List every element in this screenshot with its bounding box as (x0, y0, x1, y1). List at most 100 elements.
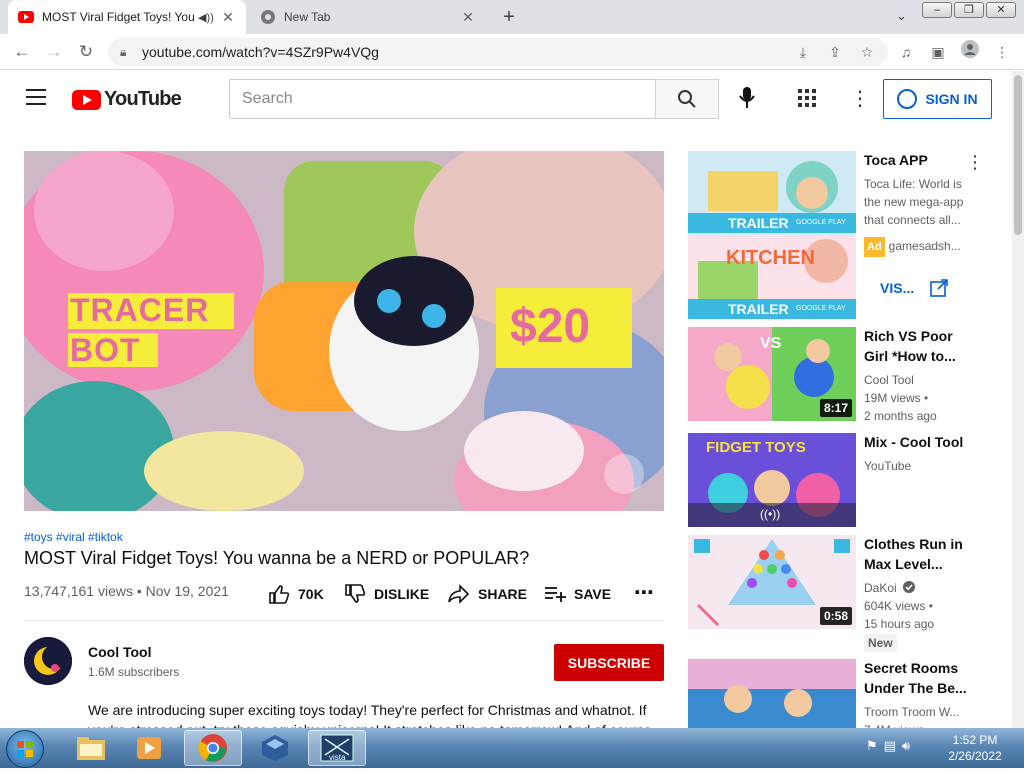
page-scrollbar[interactable] (1012, 71, 1024, 728)
ad-visit-button[interactable]: VIS... (864, 270, 964, 306)
ad-title[interactable]: Toca APP (864, 150, 974, 170)
video-title: MOST Viral Fidget Toys! You wanna be a N… (24, 548, 530, 568)
mix-title[interactable]: Mix - Cool Tool (864, 432, 976, 452)
more-actions-icon[interactable]: ⋯ (634, 580, 654, 605)
taskbar-clock[interactable]: 1:52 PM 2/26/2022 (940, 732, 1010, 764)
vista-taskbar-button[interactable]: vista (308, 730, 366, 766)
reload-icon[interactable]: ↻ (74, 40, 98, 64)
account-circle-icon (897, 89, 918, 109)
duration-badge: 8:17 (819, 399, 852, 417)
tab-search-chevron-icon[interactable]: ⌄ (896, 8, 907, 24)
action-center-flag-icon[interactable]: ⚑ (866, 738, 878, 754)
scrollbar-thumb[interactable] (1014, 75, 1022, 235)
dislike-label: DISLIKE (374, 586, 430, 602)
search-icon (678, 90, 696, 108)
ad-thumbnail[interactable]: TRAILER GOOGLE PLAY KITCHEN TRAILER GOOG… (688, 151, 856, 319)
overlay-text-tracer: TRACER (70, 292, 210, 328)
video-views-date: 13,747,161 views • Nov 19, 2021 (24, 583, 229, 599)
side-panel-icon[interactable]: ▣ (926, 40, 950, 64)
tab-close-icon[interactable]: ✕ (460, 9, 476, 26)
microphone-icon[interactable] (735, 87, 759, 111)
start-button[interactable] (6, 730, 44, 768)
system-tray: ⚑ ▤ 🔊︎ (866, 738, 910, 754)
minimize-button[interactable]: – (922, 2, 952, 18)
bookmark-star-icon[interactable]: ☆ (856, 41, 878, 63)
youtube-wordmark: YouTube (104, 88, 182, 110)
tab-close-icon[interactable]: ✕ (220, 9, 236, 26)
channel-subscribers: 1.6M subscribers (88, 665, 180, 679)
subscribe-button[interactable]: SUBSCRIBE (554, 644, 664, 681)
like-button[interactable]: 70K (268, 584, 324, 604)
video-title[interactable]: Clothes Run in Max Level... (864, 534, 964, 574)
verified-check-icon (903, 581, 916, 593)
close-window-button[interactable]: ✕ (986, 2, 1016, 18)
new-tab-button[interactable]: + (498, 6, 520, 28)
video-player[interactable]: TRACER BOT $20 (24, 151, 664, 511)
external-link-icon (930, 279, 948, 297)
volume-icon[interactable]: 🔊︎ (902, 738, 910, 754)
hamburger-menu-icon[interactable] (26, 89, 46, 105)
video-thumbnail[interactable]: VS 8:17 (688, 327, 856, 421)
channel-avatar[interactable] (24, 637, 72, 685)
folder-icon (77, 737, 105, 760)
back-arrow-icon[interactable]: ← (10, 40, 34, 64)
ad-menu-icon[interactable]: ⋮ (966, 152, 984, 173)
apps-grid-icon[interactable] (798, 89, 816, 107)
speaker-icon[interactable]: ◀)) (198, 11, 214, 24)
search-input[interactable]: Search (229, 79, 656, 119)
video-hashtags[interactable]: #toys #viral #tiktok (24, 530, 123, 544)
address-bar[interactable]: 🔒︎ youtube.com/watch?v=4SZr9Pw4VQg ⤓ ⇪ ☆ (108, 38, 888, 66)
tab-title: New Tab (284, 10, 331, 24)
overlay-text-bot: BOT (70, 332, 141, 368)
youtube-logo[interactable]: YouTube (72, 88, 182, 111)
video-channel[interactable]: Troom Troom W... (864, 703, 976, 721)
video-channel-line: DaKoi (864, 579, 976, 597)
share-icon[interactable]: ⇪ (824, 41, 846, 63)
media-player-taskbar-button[interactable] (120, 730, 178, 766)
ad-channel-line: Ad gamesadsh... (864, 237, 974, 257)
video-title[interactable]: Secret Rooms Under The Be... (864, 658, 976, 698)
youtube-favicon-icon (18, 9, 34, 25)
overlay-price: $20 (510, 300, 591, 353)
video-channel[interactable]: DaKoi (864, 581, 897, 595)
virtualbox-taskbar-button[interactable] (246, 730, 304, 766)
ad-visit-label: VIS... (880, 280, 915, 296)
forward-arrow-icon[interactable]: → (42, 40, 66, 64)
video-channel[interactable]: Cool Tool (864, 371, 976, 389)
mix-thumb-text: FIDGET TOYS (706, 439, 806, 456)
url-text: youtube.com/watch?v=4SZr9Pw4VQg (142, 44, 379, 60)
tab-new-tab[interactable]: New Tab ✕ (250, 0, 486, 34)
mix-channel: YouTube (864, 459, 912, 473)
media-control-icon[interactable]: ♫ (894, 40, 918, 64)
share-button[interactable]: SHARE (448, 584, 527, 604)
lock-icon[interactable]: 🔒︎ (120, 45, 134, 60)
maximize-button[interactable]: ❐ (954, 2, 984, 18)
ad-thumb-kitchen: KITCHEN (726, 247, 815, 269)
install-icon[interactable]: ⤓ (792, 41, 814, 63)
video-title[interactable]: Rich VS Poor Girl *How to... (864, 326, 964, 366)
video-views: 7.4M views (864, 721, 976, 728)
tab-bar: MOST Viral Fidget Toys! You ◀)) ✕ New Ta… (0, 0, 1024, 34)
chrome-taskbar-button[interactable] (184, 730, 242, 766)
save-button[interactable]: SAVE (544, 584, 611, 604)
video-thumbnail[interactable] (688, 659, 856, 728)
ad-description: Toca Life: World is the new mega-app tha… (864, 177, 964, 227)
browser-menu-icon[interactable]: ⋮ (990, 40, 1014, 64)
mix-live-icon: ((•)) (760, 507, 781, 521)
sign-in-button[interactable]: SIGN IN (883, 79, 992, 119)
video-thumbnail[interactable]: 0:58 (688, 535, 856, 629)
tab-youtube[interactable]: MOST Viral Fidget Toys! You ◀)) ✕ (8, 0, 246, 34)
video-views: 19M views • (864, 391, 929, 405)
file-explorer-taskbar-button[interactable] (62, 730, 120, 766)
network-icon[interactable]: ▤ (884, 738, 896, 754)
chrome-icon (198, 734, 227, 762)
search-button[interactable] (655, 79, 719, 119)
profile-icon[interactable] (958, 40, 982, 64)
dislike-button[interactable]: DISLIKE (344, 584, 429, 604)
mix-thumbnail[interactable]: FIDGET TOYS ((•)) (688, 433, 856, 527)
ad-channel: gamesadsh... (888, 239, 961, 253)
settings-kebab-icon[interactable]: ⋮ (850, 89, 870, 109)
channel-name[interactable]: Cool Tool (88, 644, 152, 660)
playlist-add-icon (545, 587, 566, 602)
thumbs-up-icon (269, 585, 290, 604)
